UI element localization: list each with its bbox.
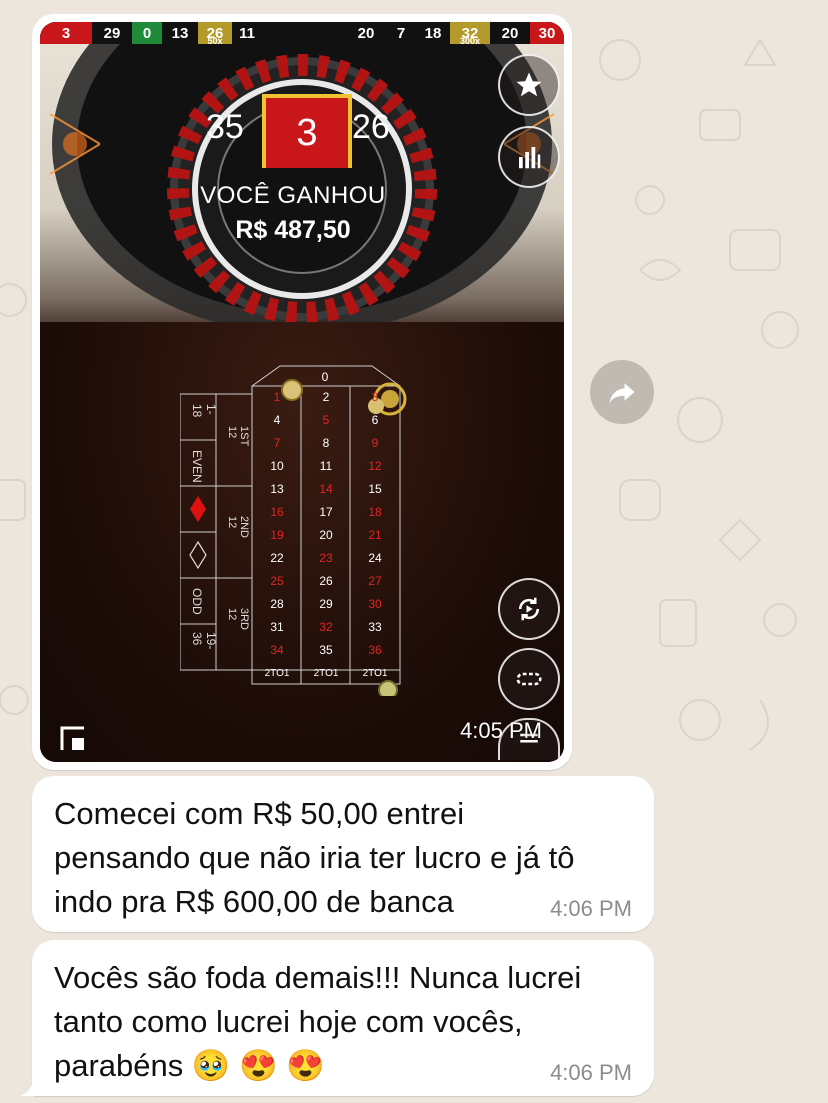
bet-number-11[interactable]: 11: [302, 455, 350, 477]
forward-icon: [609, 383, 635, 404]
roulette-screenshot[interactable]: 3 29 0 13 26 50x 11 20 7 18 32 300x 20 30 35: [40, 22, 564, 762]
bet-number-15[interactable]: 15: [351, 478, 399, 500]
bet-even[interactable]: EVEN: [190, 450, 204, 483]
bet-column-2[interactable]: 2TO1: [302, 662, 350, 684]
win-amount: R$ 487,50: [235, 216, 351, 244]
image-message-bubble[interactable]: 3 29 0 13 26 50x 11 20 7 18 32 300x 20 30 35: [32, 14, 572, 770]
bet-first-dozen[interactable]: 1ST 12: [226, 426, 250, 446]
bet-number-8[interactable]: 8: [302, 432, 350, 454]
bet-number-27[interactable]: 27: [351, 570, 399, 592]
message-text: Comecei com R$ 50,00 entrei pensando que…: [54, 796, 575, 919]
bet-number-9[interactable]: 9: [351, 432, 399, 454]
bet-number-22[interactable]: 22: [253, 547, 301, 569]
bet-number-28[interactable]: 28: [253, 593, 301, 615]
result-history-number: 3: [40, 22, 92, 44]
bet-second-dozen[interactable]: 2ND 12: [226, 516, 250, 538]
bet-column-1[interactable]: 2TO1: [253, 662, 301, 684]
bet-number-25[interactable]: 25: [253, 570, 301, 592]
result-history-number: 7: [386, 22, 416, 44]
bet-number-32[interactable]: 32: [302, 616, 350, 638]
bet-number-31[interactable]: 31: [253, 616, 301, 638]
bet-number-23[interactable]: 23: [302, 547, 350, 569]
bet-number-14[interactable]: 14: [302, 478, 350, 500]
bubble-tail: [20, 1074, 46, 1096]
bet-number-12[interactable]: 12: [351, 455, 399, 477]
result-history-number: 0: [132, 22, 162, 44]
bet-number-6[interactable]: 6: [351, 409, 399, 431]
bet-number-4[interactable]: 4: [253, 409, 301, 431]
bet-number-13[interactable]: 13: [253, 478, 301, 500]
stats-icon: [519, 147, 541, 169]
bet-number-29[interactable]: 29: [302, 593, 350, 615]
statistics-button[interactable]: [498, 126, 560, 188]
bet-number-34[interactable]: 34: [253, 639, 301, 661]
bet-number-21[interactable]: 21: [351, 524, 399, 546]
result-history-number: [262, 22, 306, 44]
chips-icon: [516, 672, 542, 686]
bet-number-2[interactable]: 2: [302, 386, 350, 408]
chips-button[interactable]: [498, 648, 560, 710]
win-message: VOCÊ GANHOU: [200, 182, 386, 209]
bet-number-10[interactable]: 10: [253, 455, 301, 477]
left-neighbor-number: 35: [206, 108, 244, 146]
favorite-button[interactable]: [498, 54, 560, 116]
forward-button[interactable]: [590, 360, 654, 424]
roulette-wheel-view: 35 3 26 VOCÊ GANHOU R$ 487,50: [40, 44, 564, 344]
image-timestamp: 4:05 PM: [460, 718, 542, 743]
bet-number-19[interactable]: 19: [253, 524, 301, 546]
bet-number-1[interactable]: 1: [253, 386, 301, 408]
winning-number: 3: [262, 94, 352, 168]
bet-number-7[interactable]: 7: [253, 432, 301, 454]
message-text: Vocês são foda demais!!! Nunca lucrei ta…: [54, 960, 582, 1083]
bet-number-35[interactable]: 35: [302, 639, 350, 661]
bet-number-18[interactable]: 18: [351, 501, 399, 523]
result-history-number: 30: [530, 22, 564, 44]
result-history-number: 13: [162, 22, 198, 44]
result-history-number: 26 50x: [198, 22, 232, 46]
text-message-bubble[interactable]: Comecei com R$ 50,00 entrei pensando que…: [32, 776, 654, 932]
text-message-bubble[interactable]: Vocês são foda demais!!! Nunca lucrei ta…: [20, 940, 654, 1096]
result-history-number: 18: [416, 22, 450, 44]
bet-number-20[interactable]: 20: [302, 524, 350, 546]
result-history-number: [306, 22, 346, 44]
result-history-number: 11: [232, 22, 262, 44]
result-history-strip: 3 29 0 13 26 50x 11 20 7 18 32 300x 20 30: [40, 22, 564, 46]
bet-number-3[interactable]: 3: [351, 386, 399, 408]
bet-number-16[interactable]: 16: [253, 501, 301, 523]
repeat-bet-button[interactable]: [498, 578, 560, 640]
bet-number-30[interactable]: 30: [351, 593, 399, 615]
bet-number-5[interactable]: 5: [302, 409, 350, 431]
message-timestamp: 4:06 PM: [550, 896, 632, 921]
bet-zero[interactable]: 0: [301, 366, 349, 388]
bet-column-3[interactable]: 2TO1: [351, 662, 399, 684]
star-icon: [516, 72, 542, 97]
result-history-number: 32 300x: [450, 22, 490, 46]
bet-number-24[interactable]: 24: [351, 547, 399, 569]
bet-number-26[interactable]: 26: [302, 570, 350, 592]
bet-number-17[interactable]: 17: [302, 501, 350, 523]
bet-1-18[interactable]: 1-18: [190, 404, 218, 417]
result-history-number: 29: [92, 22, 132, 44]
bet-number-36[interactable]: 36: [351, 639, 399, 661]
result-history-number: 20: [490, 22, 530, 44]
bet-19-36[interactable]: 19-36: [190, 632, 218, 649]
right-neighbor-number: 26: [352, 108, 390, 146]
repeat-icon: [518, 597, 540, 621]
bet-odd[interactable]: ODD: [190, 588, 204, 615]
bet-third-dozen[interactable]: 3RD 12: [226, 608, 250, 630]
expand-icon[interactable]: [60, 726, 86, 752]
bet-number-33[interactable]: 33: [351, 616, 399, 638]
result-history-number: 20: [346, 22, 386, 44]
message-timestamp: 4:06 PM: [550, 1060, 632, 1085]
